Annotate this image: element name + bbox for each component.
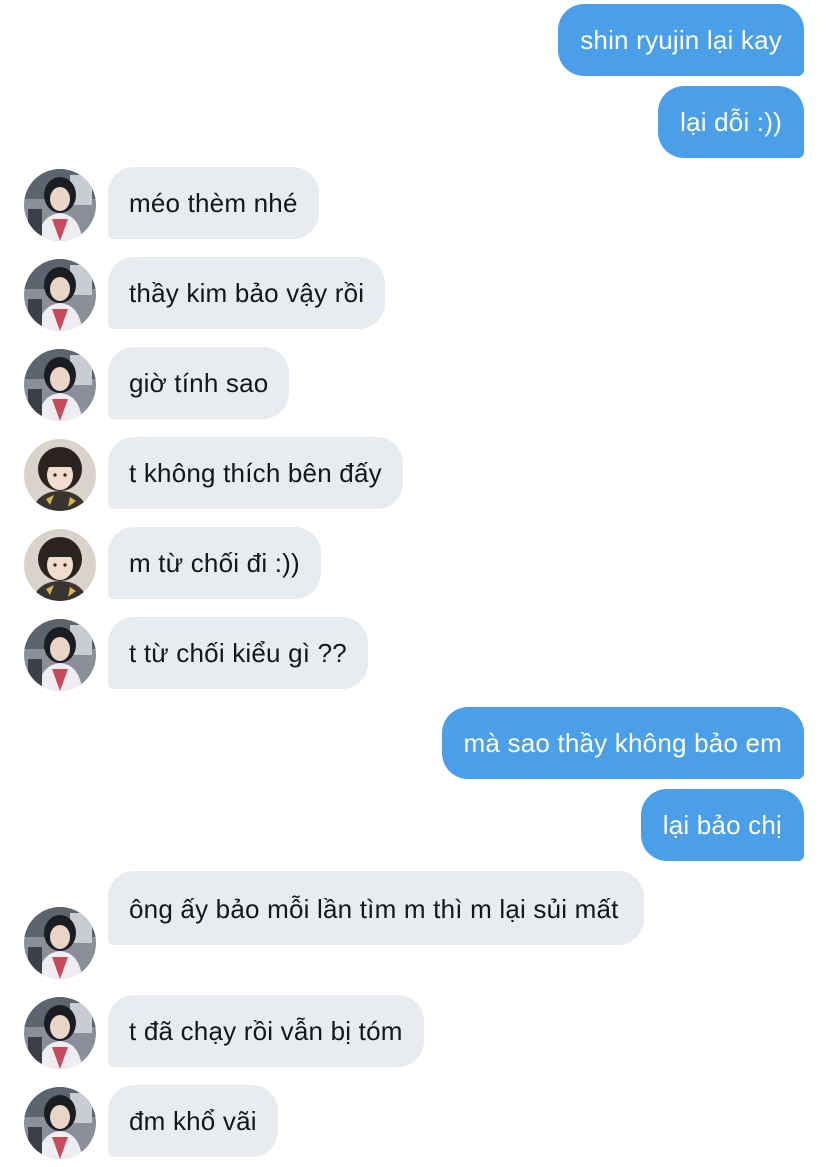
sender-avatar[interactable] — [24, 619, 96, 691]
avatar-a-icon — [24, 907, 96, 979]
avatar-a-icon — [24, 619, 96, 691]
outgoing-message-bubble[interactable]: mà sao thầy không bảo em — [441, 707, 804, 779]
incoming-message-bubble[interactable]: t từ chối kiểu gì ?? — [108, 617, 368, 689]
avatar-a-icon — [24, 169, 96, 241]
sender-avatar[interactable] — [24, 529, 96, 601]
sender-avatar[interactable] — [24, 169, 96, 241]
avatar-b-icon — [24, 529, 96, 601]
avatar-a-icon — [24, 259, 96, 331]
incoming-message-bubble[interactable]: t đã chạy rồi vẫn bị tóm — [108, 995, 424, 1067]
incoming-message-bubble[interactable]: t không thích bên đấy — [108, 437, 403, 509]
outgoing-message-bubble[interactable]: lại bảo chị — [640, 789, 804, 861]
sender-avatar[interactable] — [24, 997, 96, 1069]
incoming-message-bubble[interactable]: méo thèm nhé — [108, 167, 319, 239]
incoming-message-bubble[interactable]: đm khổ vãi — [108, 1085, 278, 1157]
avatar-a-icon — [24, 997, 96, 1069]
incoming-message-bubble[interactable]: ông ấy bảo mỗi lần tìm m thì m lại sủi m… — [108, 871, 644, 945]
sender-avatar[interactable] — [24, 907, 96, 979]
avatar-a-icon — [24, 1087, 96, 1159]
sender-avatar[interactable] — [24, 439, 96, 511]
sender-avatar[interactable] — [24, 259, 96, 331]
avatar-a-icon — [24, 349, 96, 421]
incoming-message-bubble[interactable]: m từ chối đi :)) — [108, 527, 321, 599]
incoming-message-bubble[interactable]: giờ tính sao — [108, 347, 290, 419]
sender-avatar[interactable] — [24, 1087, 96, 1159]
avatar-b-icon — [24, 439, 96, 511]
outgoing-message-bubble[interactable]: shin ryujin lại kay — [558, 4, 804, 76]
sender-avatar[interactable] — [24, 349, 96, 421]
incoming-message-bubble[interactable]: thầy kim bảo vậy rồi — [108, 257, 386, 329]
outgoing-message-bubble[interactable]: lại dỗi :)) — [658, 86, 804, 158]
